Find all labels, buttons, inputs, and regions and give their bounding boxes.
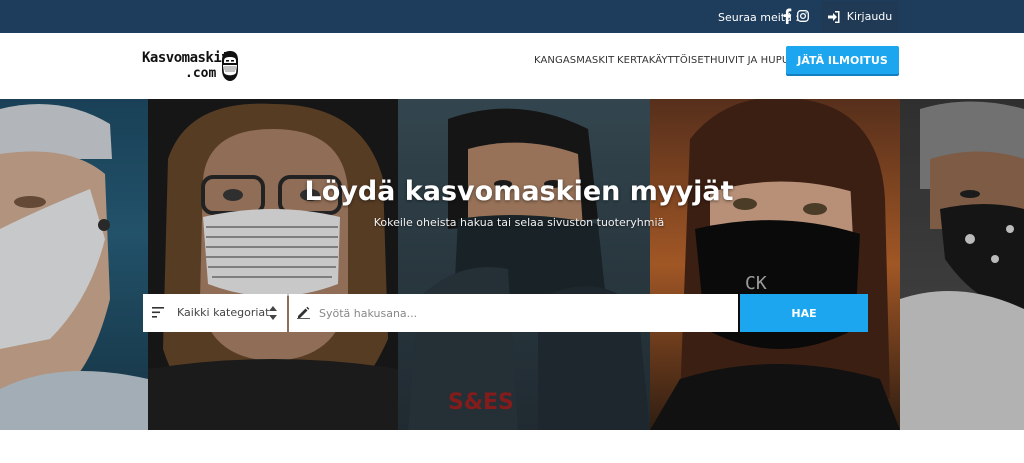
post-listing-button[interactable]: JÄTÄ ILMOITUS	[786, 46, 899, 74]
facebook-icon[interactable]	[782, 8, 792, 24]
nav-huivit-ja-huput[interactable]: HUIVIT JA HUPUT	[710, 55, 795, 66]
hero-subtitle: Kokeile oheista hakua tai selaa sivuston…	[373, 216, 665, 229]
masked-face-icon	[222, 51, 238, 81]
hero-title: Löydä kasvomaskien myyjät	[304, 176, 734, 207]
nav-kertakayttoiset[interactable]: KERTAKÄYTTÖISET	[617, 55, 710, 66]
site-header: Kasvomaskit .com KANGASMASKIT KERTAKÄYTT…	[0, 33, 1024, 99]
category-select-value: Kaikki kategoriat	[177, 306, 270, 319]
hero-section: S&ES CK Löydä kasvomaskien myyjät Kokeil…	[0, 99, 1024, 430]
search-input[interactable]	[319, 294, 729, 332]
logo-text-main: Kasvomaskit	[142, 50, 230, 66]
hero-overlay	[0, 99, 1024, 430]
sort-lines-icon	[152, 307, 164, 318]
category-select[interactable]: Kaikki kategoriat	[143, 294, 287, 332]
search-field[interactable]	[289, 294, 738, 332]
logo-text-domain: .com	[185, 66, 217, 81]
site-logo[interactable]: Kasvomaskit .com	[142, 50, 252, 86]
pencil-icon	[297, 306, 310, 319]
nav-kangasmaskit[interactable]: KANGASMASKIT	[534, 55, 614, 66]
instagram-icon[interactable]	[797, 10, 809, 22]
sign-in-icon	[827, 10, 840, 23]
search-button[interactable]: HAE	[740, 294, 868, 332]
login-button[interactable]: Kirjaudu	[821, 1, 899, 32]
select-arrows-icon	[269, 306, 277, 320]
login-label: Kirjaudu	[846, 10, 893, 23]
top-bar: Seuraa meitä : Kirjaudu	[0, 0, 1024, 33]
